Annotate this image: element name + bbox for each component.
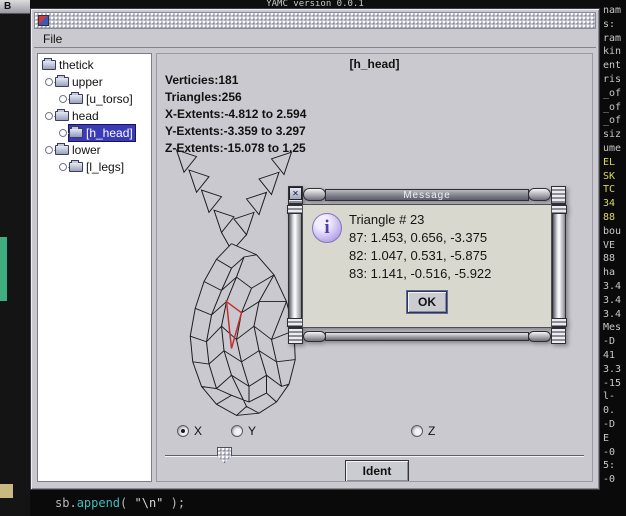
radio-unselected-icon xyxy=(411,425,423,437)
tree-expand-handle-icon[interactable] xyxy=(59,129,67,137)
folder-icon xyxy=(69,94,83,104)
tree-item-thetick[interactable]: thetick xyxy=(38,56,151,73)
tree-expand-handle-icon[interactable] xyxy=(59,95,67,103)
stat-vertices: Verticies:181 xyxy=(165,72,306,89)
dialog-line: 87: 1.453, 0.656, -3.375 xyxy=(349,229,491,247)
mesh-detail-panel: [h_head] Verticies:181 Triangles:256 X-E… xyxy=(156,53,593,482)
folder-icon xyxy=(55,145,69,155)
message-dialog: ✕ Message i Tria xyxy=(288,186,566,344)
folder-icon xyxy=(55,111,69,121)
mesh-wireframe-canvas[interactable] xyxy=(159,141,309,431)
menu-bar: File xyxy=(34,30,596,48)
axis-label: Z xyxy=(428,424,435,438)
dialog-content: i Triangle # 23 87: 1.453, 0.656, -3.375… xyxy=(302,204,552,328)
tree-expand-handle-icon[interactable] xyxy=(45,146,53,154)
background-scrollbar-fragment xyxy=(0,237,7,301)
tree-item-label: [u_torso] xyxy=(86,91,133,107)
tree-item-label: lower xyxy=(72,142,101,158)
window-icon[interactable] xyxy=(38,15,49,26)
main-window: File thetick upper [u_torso] xyxy=(30,8,600,490)
background-window-left-titlebar: B xyxy=(0,0,30,14)
background-code-line: sb.append( "\n" ); xyxy=(30,490,600,516)
code-token: append xyxy=(77,496,120,510)
tree-item-h-head[interactable]: [h_head] xyxy=(38,124,151,141)
tree-item-u-torso[interactable]: [u_torso] xyxy=(38,90,151,107)
tree-item-label: [h_head] xyxy=(86,125,133,141)
stat-x-extents: X-Extents:-4.812 to 2.594 xyxy=(165,106,306,123)
background-block-fragment xyxy=(0,484,13,498)
code-token: ); xyxy=(163,496,185,510)
background-window-left: B xyxy=(0,0,30,516)
tree-item-lower[interactable]: lower xyxy=(38,141,151,158)
desktop-background: YAMC version 0.0.1 B nam s: ram kin ent … xyxy=(0,0,626,516)
dialog-line: 82: 1.047, 0.531, -5.875 xyxy=(349,247,491,265)
dialog-line: 83: 1.141, -0.516, -5.922 xyxy=(349,265,491,283)
dialog-ornament-column xyxy=(288,204,302,328)
dialog-ornament-cap xyxy=(303,331,326,342)
folder-icon xyxy=(69,162,83,172)
code-token: . xyxy=(69,496,76,510)
editor-text-fragment: EL SK TC 34 88 xyxy=(603,156,626,225)
dialog-ornament-corner xyxy=(288,328,303,344)
dialog-heading: Triangle # 23 xyxy=(349,211,491,229)
dialog-titlebar[interactable]: Message xyxy=(325,189,529,201)
tree-expand-handle-icon[interactable] xyxy=(59,163,67,171)
tree-item-label: thetick xyxy=(59,57,94,73)
stat-triangles: Triangles:256 xyxy=(165,89,306,106)
dialog-message: Triangle # 23 87: 1.453, 0.656, -3.375 8… xyxy=(349,211,491,283)
window-titlebar[interactable] xyxy=(34,12,596,29)
window-content: thetick upper [u_torso] head xyxy=(34,49,596,486)
tree-expand-handle-icon[interactable] xyxy=(45,112,53,120)
dialog-ornament-cap xyxy=(528,188,551,201)
slider-thumb[interactable] xyxy=(217,447,232,463)
dialog-ornament-cap xyxy=(303,188,326,201)
axis-label: X xyxy=(194,424,202,438)
menu-file[interactable]: File xyxy=(34,30,71,48)
tree-item-label: upper xyxy=(72,74,103,90)
tree-item-head[interactable]: head xyxy=(38,107,151,124)
dialog-ornament-column xyxy=(552,204,566,328)
code-token: sb xyxy=(55,496,69,510)
folder-icon xyxy=(42,60,56,70)
dialog-ornament-corner xyxy=(551,328,566,344)
dialog-ornament-cap xyxy=(528,331,551,342)
ok-button[interactable]: OK xyxy=(407,291,447,313)
dialog-close-icon[interactable]: ✕ xyxy=(289,187,302,200)
dialog-ornament-corner xyxy=(551,186,566,204)
axis-radio-z[interactable]: Z xyxy=(411,424,435,438)
info-icon: i xyxy=(312,213,342,243)
axis-radio-group: X Y Z xyxy=(157,424,592,440)
axis-label: Y xyxy=(248,424,256,438)
model-tree: thetick upper [u_torso] head xyxy=(37,53,152,482)
code-token: ( xyxy=(120,496,134,510)
tree-item-l-legs[interactable]: [l_legs] xyxy=(38,158,151,175)
background-window-title: YAMC version 0.0.1 xyxy=(30,0,600,8)
axis-radio-y[interactable]: Y xyxy=(231,424,256,438)
folder-icon xyxy=(69,128,83,138)
mesh-title: [h_head] xyxy=(157,57,592,71)
editor-text-fragment: nam s: ram kin ent ris _of _of _of siz u… xyxy=(603,4,626,156)
tree-expand-handle-icon[interactable] xyxy=(45,78,53,86)
folder-icon xyxy=(55,77,69,87)
editor-text-fragment: bou VE 88 ha 3.4 3.4 3.4 Mes -D 41 3.3 -… xyxy=(603,225,626,487)
tree-item-label: [l_legs] xyxy=(86,159,124,175)
code-token: "\n" xyxy=(135,496,164,510)
radio-unselected-icon xyxy=(231,425,243,437)
tree-item-label: head xyxy=(72,108,99,124)
tree-selection: [h_head] xyxy=(69,125,135,141)
background-editor-column: nam s: ram kin ent ris _of _of _of siz u… xyxy=(600,0,626,516)
radio-selected-icon xyxy=(177,425,189,437)
tree-item-upper[interactable]: upper xyxy=(38,73,151,90)
dialog-ornament-bar xyxy=(325,332,529,341)
ident-button[interactable]: Ident xyxy=(345,460,409,482)
stat-y-extents: Y-Extents:-3.359 to 3.297 xyxy=(165,123,306,140)
axis-radio-x[interactable]: X xyxy=(177,424,202,438)
